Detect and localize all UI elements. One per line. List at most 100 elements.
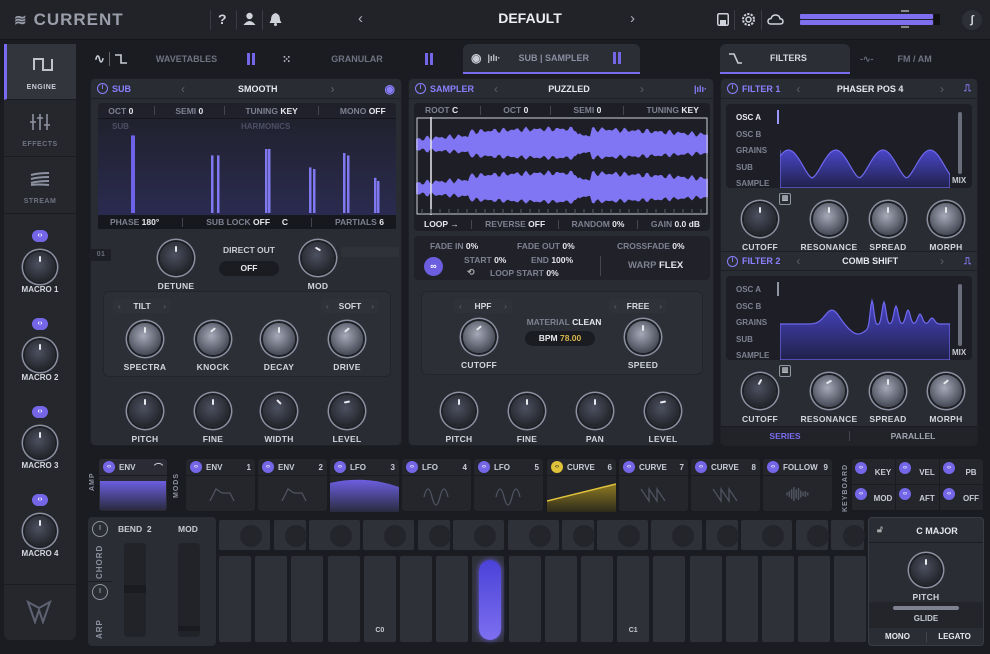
source-osc-a[interactable]: OSC A <box>736 110 769 127</box>
f2-cutoff-knob[interactable] <box>744 375 776 407</box>
next-preset-button[interactable]: › <box>640 82 644 96</box>
mod-tile[interactable]: ‹› ENV 2 <box>257 458 328 512</box>
black-key[interactable] <box>308 519 361 551</box>
black-key[interactable] <box>561 519 595 551</box>
white-key[interactable] <box>254 555 289 643</box>
cutoff-knob[interactable] <box>463 321 495 353</box>
pitch-knob[interactable] <box>911 555 941 585</box>
sub-preset[interactable]: SMOOTH <box>185 84 331 94</box>
bell-icon[interactable] <box>269 12 282 26</box>
mod-link-icon[interactable]: ‹› <box>767 461 779 473</box>
white-key[interactable]: C1 <box>616 555 651 643</box>
source-grains[interactable]: GRAINS <box>736 315 769 332</box>
master-volume-meter[interactable] <box>800 10 940 28</box>
power-icon[interactable]: I <box>415 83 426 94</box>
nav-stream[interactable]: STREAM <box>4 158 76 214</box>
pitch-knob[interactable] <box>443 395 475 427</box>
stat-semi[interactable]: SEMI 0 <box>573 105 601 115</box>
next-preset-button[interactable]: › <box>331 82 335 96</box>
macro-4-knob[interactable] <box>25 516 55 546</box>
stat-random[interactable]: RANDOM 0% <box>572 219 625 229</box>
harmonic-bar[interactable] <box>265 149 268 213</box>
mod-link-icon[interactable]: ‹› <box>551 461 563 473</box>
link-icon[interactable]: ∞ <box>424 257 443 276</box>
mod-link-icon[interactable]: ‹› <box>899 462 911 474</box>
target-icon[interactable]: ◉ <box>385 82 395 96</box>
harmonic-bar[interactable] <box>268 149 271 213</box>
white-key[interactable] <box>797 555 832 643</box>
f2-morph-knob[interactable] <box>930 375 962 407</box>
nav-engine[interactable]: ENGINE <box>4 44 76 100</box>
material[interactable]: MATERIAL CLEAN <box>519 317 609 327</box>
curve-icon[interactable]: ∫ <box>962 10 982 30</box>
harmonic-bar[interactable] <box>131 135 135 213</box>
chord-power-icon[interactable]: I <box>92 521 108 537</box>
source-sub[interactable]: SUB <box>736 160 769 177</box>
kb-source-off[interactable]: ‹› OFF <box>940 485 984 511</box>
macro-link-icon[interactable]: ‹› <box>32 406 48 418</box>
f1-morph-knob[interactable] <box>930 203 962 235</box>
mod-link-icon[interactable]: ‹› <box>943 488 955 500</box>
filter-type-icon[interactable]: ⎍ <box>964 256 971 267</box>
gear-icon[interactable] <box>741 12 756 27</box>
filter2-preset[interactable]: COMB SHIFT <box>800 256 940 266</box>
sampler-preset[interactable]: PUZZLED <box>498 84 640 94</box>
black-key[interactable] <box>830 519 865 551</box>
filter2-display[interactable]: OSC A OSC B GRAINS SUB SAMPLE MIX <box>726 276 972 360</box>
fine-knob[interactable] <box>511 395 543 427</box>
stat-partials[interactable]: PARTIALS 6 <box>335 217 384 227</box>
stat-oct[interactable]: OCT 0 <box>108 106 133 116</box>
mod-link-icon[interactable]: ‹› <box>899 488 911 500</box>
waveform[interactable] <box>416 117 708 215</box>
next-preset-button[interactable]: › <box>940 254 944 268</box>
pressed-key[interactable] <box>471 555 506 643</box>
mod-link-icon[interactable]: ‹› <box>103 461 115 473</box>
source-sample[interactable]: SAMPLE <box>736 176 769 193</box>
mod-tile[interactable]: ‹› LFO 4 <box>401 458 472 512</box>
next-preset-button[interactable]: › <box>940 82 944 96</box>
white-key[interactable] <box>652 555 687 643</box>
tab-sub-sampler[interactable]: ◉ |ılı· SUB | SAMPLER <box>463 44 640 74</box>
stat-mono[interactable]: MONO OFF <box>340 106 386 116</box>
white-key[interactable] <box>326 555 361 643</box>
help-icon[interactable]: ? <box>218 11 227 27</box>
harmonic-bar[interactable] <box>343 153 346 213</box>
end[interactable]: END 100% <box>531 255 573 265</box>
power-icon[interactable]: I <box>727 255 738 267</box>
tab-wavetables[interactable]: ∿ WAVETABLES <box>90 44 275 74</box>
crossfade[interactable]: CROSSFADE 0% <box>617 241 685 251</box>
pan-knob[interactable] <box>579 395 611 427</box>
mix-slider[interactable] <box>958 284 962 346</box>
macro-2-knob[interactable] <box>25 340 55 370</box>
power-icon[interactable]: I <box>97 83 108 94</box>
white-key[interactable] <box>688 555 723 643</box>
level-knob[interactable] <box>331 395 363 427</box>
macro-link-icon[interactable]: ‹› <box>32 318 48 330</box>
fade-in[interactable]: FADE IN 0% <box>430 241 478 251</box>
preset-name[interactable]: DEFAULT <box>420 10 640 26</box>
lock-icon[interactable]: 🔓︎ <box>877 524 883 535</box>
black-key[interactable] <box>273 519 307 551</box>
start[interactable]: START 0% <box>464 255 506 265</box>
source-grains[interactable]: GRAINS <box>736 143 769 160</box>
f1-cutoff-knob[interactable] <box>744 203 776 235</box>
preset-prev-button[interactable]: ‹ <box>358 10 363 27</box>
mod-handle[interactable] <box>178 626 200 631</box>
pitch-knob[interactable] <box>129 395 161 427</box>
stat-root[interactable]: ROOT C <box>425 105 458 115</box>
detune-knob[interactable] <box>160 242 192 274</box>
black-key[interactable] <box>705 519 739 551</box>
stat-oct[interactable]: OCT 0 <box>503 105 528 115</box>
harmonic-bar[interactable] <box>211 155 214 213</box>
filter1-display[interactable]: OSC A OSC B GRAINS SUB SAMPLE MIX <box>726 104 972 188</box>
harmonic-bar[interactable] <box>377 181 380 213</box>
white-key[interactable] <box>580 555 614 643</box>
macro-3-knob[interactable] <box>25 428 55 458</box>
tab-fm-am[interactable]: -∿- FM / AM <box>860 44 980 74</box>
mod-link-icon[interactable]: ‹› <box>334 461 346 473</box>
mod-link-icon[interactable]: ‹› <box>190 461 202 473</box>
mod-tile[interactable]: ‹› CURVE 7 <box>618 458 689 512</box>
stat-semi[interactable]: SEMI 0 <box>175 106 203 116</box>
macro-1-knob[interactable] <box>25 252 55 282</box>
f1-resonance-knob[interactable] <box>813 203 845 235</box>
